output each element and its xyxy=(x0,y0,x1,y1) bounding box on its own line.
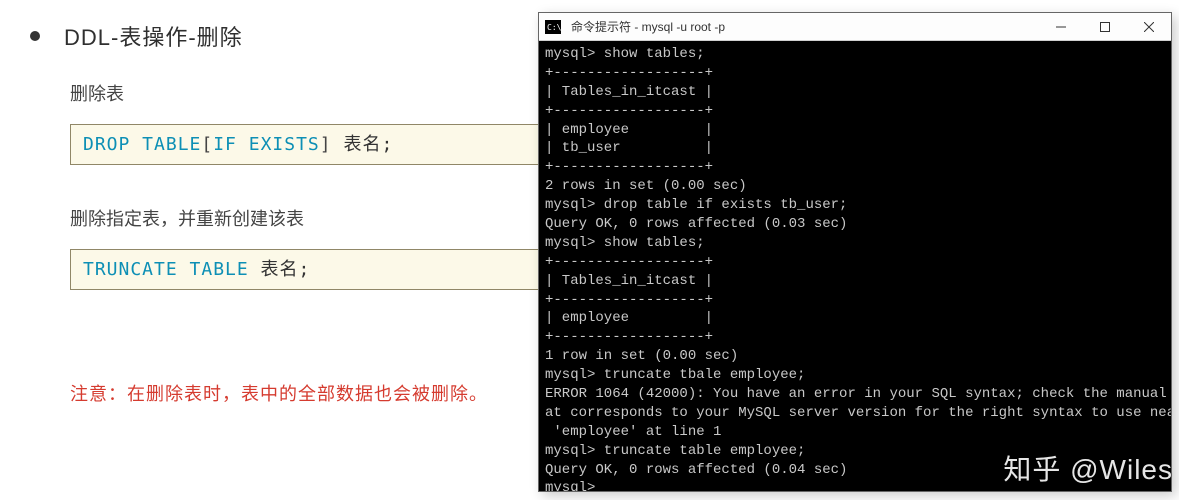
window-controls xyxy=(1039,13,1171,40)
page-title: DDL-表操作-删除 xyxy=(64,20,243,52)
terminal-line: mysql> show tables; xyxy=(545,234,1165,253)
window-titlebar[interactable]: C:\ 命令提示符 - mysql -u root -p xyxy=(539,13,1171,41)
code-plain: 表名; xyxy=(332,134,394,155)
terminal-output[interactable]: mysql> show tables;+------------------+|… xyxy=(539,41,1171,491)
section-truncate: 删除指定表，并重新创建该表 TRUNCATE TABLE 表名; xyxy=(70,205,540,290)
keyword: DROP TABLE xyxy=(83,134,201,155)
section-drop: 删除表 DROP TABLE[IF EXISTS] 表名; xyxy=(70,80,540,165)
bullet-icon xyxy=(30,31,40,41)
document-pane: DDL-表操作-删除 删除表 DROP TABLE[IF EXISTS] 表名;… xyxy=(0,0,540,500)
terminal-line: at corresponds to your MySQL server vers… xyxy=(545,404,1165,423)
terminal-line: mysql> truncate tbale employee; xyxy=(545,366,1165,385)
terminal-line: | Tables_in_itcast | xyxy=(545,272,1165,291)
minimize-icon xyxy=(1056,22,1066,32)
terminal-line: mysql> drop table if exists tb_user; xyxy=(545,196,1165,215)
close-button[interactable] xyxy=(1127,13,1171,40)
terminal-line: 1 row in set (0.00 sec) xyxy=(545,347,1165,366)
svg-text:C:\: C:\ xyxy=(547,23,561,32)
terminal-line: Query OK, 0 rows affected (0.03 sec) xyxy=(545,215,1165,234)
code-plain: 表名; xyxy=(249,259,311,280)
terminal-line: +------------------+ xyxy=(545,158,1165,177)
terminal-line: +------------------+ xyxy=(545,64,1165,83)
terminal-line: 'employee' at line 1 xyxy=(545,423,1165,442)
terminal-window: C:\ 命令提示符 - mysql -u root -p mysql> show… xyxy=(538,12,1172,492)
minimize-button[interactable] xyxy=(1039,13,1083,40)
terminal-line: +------------------+ xyxy=(545,253,1165,272)
terminal-line: | employee | xyxy=(545,309,1165,328)
subheading-drop: 删除表 xyxy=(70,80,540,106)
cmd-icon: C:\ xyxy=(545,18,565,36)
bracket-open: [ xyxy=(201,134,213,155)
heading-row: DDL-表操作-删除 xyxy=(30,20,540,52)
bracket-close: ] xyxy=(320,134,332,155)
option: IF EXISTS xyxy=(213,134,320,155)
maximize-button[interactable] xyxy=(1083,13,1127,40)
terminal-line: | Tables_in_itcast | xyxy=(545,83,1165,102)
terminal-line: ERROR 1064 (42000): You have an error in… xyxy=(545,385,1165,404)
maximize-icon xyxy=(1100,22,1110,32)
warning-note: 注意：在删除表时，表中的全部数据也会被删除。 xyxy=(70,380,540,406)
watermark: 知乎 @Wiles xyxy=(1003,448,1173,488)
keyword: TRUNCATE TABLE xyxy=(83,259,249,280)
terminal-line: | employee | xyxy=(545,121,1165,140)
terminal-line: mysql> show tables; xyxy=(545,45,1165,64)
subheading-truncate: 删除指定表，并重新创建该表 xyxy=(70,205,540,231)
terminal-line: | tb_user | xyxy=(545,139,1165,158)
terminal-line: +------------------+ xyxy=(545,291,1165,310)
terminal-line: 2 rows in set (0.00 sec) xyxy=(545,177,1165,196)
window-title: 命令提示符 - mysql -u root -p xyxy=(571,18,1039,35)
terminal-line: +------------------+ xyxy=(545,328,1165,347)
terminal-line: +------------------+ xyxy=(545,102,1165,121)
close-icon xyxy=(1144,22,1154,32)
